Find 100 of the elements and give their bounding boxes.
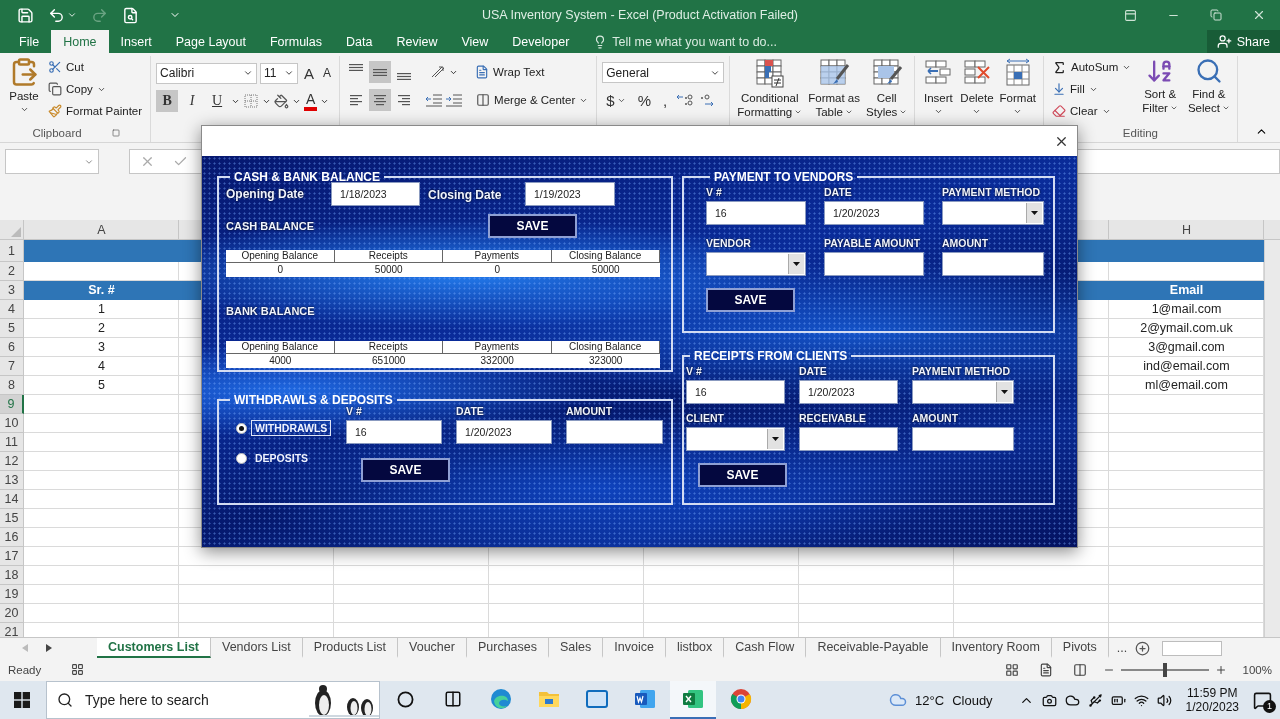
- copy-button[interactable]: Copy: [45, 78, 146, 100]
- cells-button[interactable]: Format: [997, 56, 1038, 124]
- save-button[interactable]: SAVE: [361, 458, 450, 482]
- windows-logo-icon[interactable]: [14, 692, 30, 708]
- page-break-view-icon[interactable]: [1072, 662, 1087, 677]
- wifi-icon[interactable]: [1133, 692, 1149, 708]
- row-header[interactable]: 4: [0, 300, 24, 319]
- text-field[interactable]: [912, 427, 1014, 451]
- cells-button[interactable]: Delete: [958, 56, 996, 124]
- tell-me-field[interactable]: Tell me what you want to do...: [612, 34, 813, 49]
- row-header[interactable]: 13: [0, 471, 24, 490]
- next-sheet-icon[interactable]: [46, 644, 52, 652]
- zoom-thumb[interactable]: [1162, 662, 1167, 677]
- camera-icon[interactable]: [1041, 692, 1057, 708]
- horizontal-scrollbar[interactable]: [1162, 640, 1223, 656]
- fill-color-icon[interactable]: [274, 93, 290, 109]
- increase-decimal-icon[interactable]: [675, 92, 696, 108]
- caret-icon[interactable]: [67, 10, 77, 20]
- dropdown-field[interactable]: [942, 201, 1044, 225]
- row-header[interactable]: 21: [0, 623, 24, 637]
- zoom-in-icon[interactable]: [1214, 663, 1227, 676]
- find-select-button[interactable]: Find & Select: [1185, 56, 1232, 124]
- cut-button[interactable]: Cut: [45, 56, 146, 78]
- add-sheet-icon[interactable]: [1135, 640, 1151, 656]
- row-header[interactable]: 7: [0, 357, 24, 376]
- ribbon-tab[interactable]: View: [449, 30, 501, 53]
- font-style-button[interactable]: B: [156, 90, 179, 112]
- row-header[interactable]: 14: [0, 490, 24, 509]
- clock[interactable]: 11:59 PM 1/20/2023: [1185, 686, 1239, 714]
- ribbon-tab[interactable]: File: [7, 30, 52, 53]
- row-header[interactable]: 17: [0, 547, 24, 566]
- macro-record-icon[interactable]: [71, 663, 85, 676]
- notifications-icon[interactable]: [1253, 690, 1272, 710]
- save-button[interactable]: SAVE: [698, 463, 787, 487]
- print-preview-icon[interactable]: [122, 6, 139, 24]
- spreadsheet-app-icon[interactable]: [681, 687, 705, 711]
- number-format-field[interactable]: General: [602, 62, 725, 83]
- clear-button[interactable]: Clear: [1049, 100, 1135, 122]
- currency-button[interactable]: $: [602, 89, 630, 111]
- text-field[interactable]: [566, 420, 663, 444]
- search-field[interactable]: Type here to search: [83, 691, 283, 709]
- vertical-align-button[interactable]: [369, 61, 392, 83]
- row-header[interactable]: 20: [0, 604, 24, 623]
- ribbon-tab[interactable]: Data: [334, 30, 385, 53]
- radio-label[interactable]: DEPOSITS: [251, 450, 313, 466]
- text-field[interactable]: 16: [706, 201, 806, 225]
- ribbon-tab[interactable]: Formulas: [257, 30, 335, 53]
- row-header[interactable]: 2: [0, 262, 24, 281]
- ribbon-tab[interactable]: Home: [51, 30, 109, 53]
- page-layout-view-icon[interactable]: [1038, 662, 1053, 677]
- taskbar-app[interactable]: [670, 681, 716, 719]
- dropdown-field[interactable]: [912, 380, 1014, 404]
- document-app-icon[interactable]: [633, 687, 657, 711]
- styles-button[interactable]: Conditional Formatting: [735, 56, 805, 124]
- save-icon[interactable]: [17, 6, 34, 24]
- usb-icon[interactable]: [1087, 692, 1103, 708]
- share-button[interactable]: Share: [1206, 30, 1280, 53]
- comma-button[interactable]: ,: [658, 89, 672, 111]
- row-header[interactable]: 18: [0, 566, 24, 585]
- font-style-button[interactable]: U: [206, 90, 229, 112]
- undo-icon[interactable]: [48, 6, 65, 24]
- sheet-tab[interactable]: Customers List: [97, 638, 211, 658]
- dropdown-field[interactable]: [686, 427, 785, 451]
- row-header[interactable]: 1: [0, 240, 24, 262]
- ribbon-tab[interactable]: Insert: [108, 30, 164, 53]
- column-header[interactable]: H: [1109, 220, 1264, 239]
- sort-filter-button[interactable]: Sort & Filter: [1140, 56, 1180, 124]
- row-header[interactable]: 10: [0, 414, 24, 433]
- text-field[interactable]: 1/20/2023: [456, 420, 552, 444]
- mail-icon[interactable]: [585, 687, 609, 711]
- percent-button[interactable]: %: [633, 89, 655, 111]
- paste-button[interactable]: Paste: [7, 56, 41, 124]
- format-painter-button[interactable]: Format Painter: [45, 100, 146, 122]
- save-button[interactable]: SAVE: [706, 288, 795, 312]
- font-color-button[interactable]: A: [304, 91, 318, 111]
- ribbon-tab[interactable]: Page Layout: [163, 30, 258, 53]
- autosum-button[interactable]: AutoSum: [1049, 56, 1135, 78]
- more-sheets[interactable]: ...: [1108, 641, 1136, 655]
- text-field[interactable]: 1/20/2023: [799, 380, 898, 404]
- cloud-icon[interactable]: [1064, 692, 1080, 708]
- row-header[interactable]: 11: [0, 433, 24, 452]
- ribbon-tab[interactable]: Review: [384, 30, 450, 53]
- radio-button[interactable]: [236, 452, 247, 464]
- text-field[interactable]: [824, 252, 924, 276]
- weather-cloud-icon[interactable]: [889, 691, 908, 709]
- row-header[interactable]: 12: [0, 452, 24, 471]
- row-header[interactable]: 15: [0, 509, 24, 528]
- save-button[interactable]: SAVE: [488, 214, 577, 238]
- merge-center-button[interactable]: Merge & Center: [473, 89, 592, 111]
- text-field[interactable]: 16: [686, 380, 785, 404]
- normal-view-icon[interactable]: [1004, 662, 1019, 677]
- text-field[interactable]: [942, 252, 1044, 276]
- browser-icon[interactable]: [489, 687, 513, 711]
- text-field[interactable]: 1/18/2023: [331, 182, 420, 206]
- horizontal-align-button[interactable]: [369, 89, 392, 111]
- ribbon-display-icon[interactable]: [1124, 8, 1137, 22]
- cells-button[interactable]: Insert: [920, 56, 957, 124]
- dropdown-field[interactable]: [706, 252, 806, 276]
- wrap-text-button[interactable]: Wrap Text: [472, 61, 548, 83]
- styles-button[interactable]: Cell Styles: [864, 56, 910, 124]
